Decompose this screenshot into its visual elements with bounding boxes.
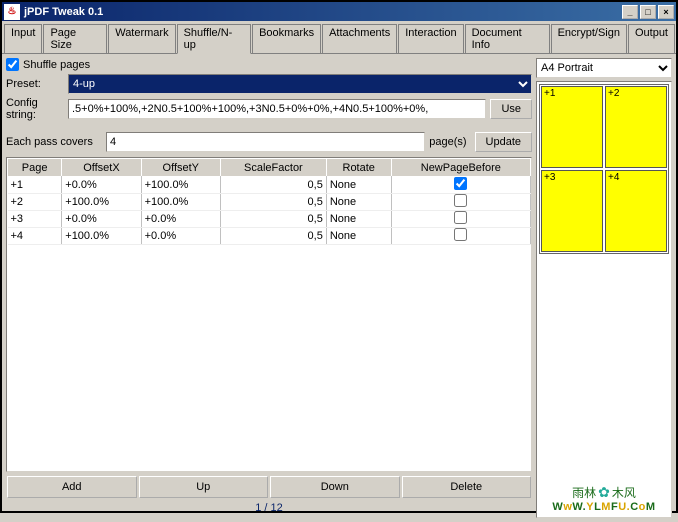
newpage-checkbox[interactable] (454, 211, 467, 224)
tab-shuffle-n-up[interactable]: Shuffle/N-up (177, 24, 251, 54)
tab-watermark[interactable]: Watermark (108, 24, 175, 53)
pass-input[interactable] (106, 132, 425, 152)
titlebar: ♨ jPDF Tweak 0.1 _ □ × (2, 2, 676, 21)
col-offsety[interactable]: OffsetY (141, 159, 220, 177)
minimize-button[interactable]: _ (622, 5, 638, 19)
pager: 1 / 12 (6, 498, 532, 518)
use-button[interactable]: Use (490, 99, 532, 119)
java-icon: ♨ (4, 4, 20, 20)
update-button[interactable]: Update (475, 132, 532, 152)
col-scalefactor[interactable]: ScaleFactor (220, 159, 326, 177)
pages-label: page(s) (425, 136, 470, 148)
maximize-button[interactable]: □ (640, 5, 656, 19)
shuffle-label: Shuffle pages (23, 59, 90, 71)
delete-button[interactable]: Delete (402, 476, 532, 498)
pass-label: Each pass covers (6, 136, 106, 148)
preview-slot: +2 (605, 86, 667, 168)
tab-bookmarks[interactable]: Bookmarks (252, 24, 321, 53)
newpage-checkbox[interactable] (454, 177, 467, 190)
tab-attachments[interactable]: Attachments (322, 24, 397, 53)
table-row[interactable]: +4+100.0%+0.0%0,5None (8, 228, 531, 245)
preset-label: Preset: (6, 78, 68, 90)
config-input[interactable] (68, 99, 486, 119)
newpage-checkbox[interactable] (454, 228, 467, 241)
paper-select[interactable]: A4 Portrait (536, 58, 672, 78)
tab-interaction[interactable]: Interaction (398, 24, 463, 53)
col-offsetx[interactable]: OffsetX (62, 159, 141, 177)
tab-document-info[interactable]: Document Info (465, 24, 550, 53)
leaf-icon: ✿ (598, 484, 610, 501)
table-row[interactable]: +1+0.0%+100.0%0,5None (8, 177, 531, 194)
preview-slot: +4 (605, 170, 667, 252)
preset-select[interactable]: 4-up (68, 74, 532, 94)
preview-slot: +1 (541, 86, 603, 168)
tab-input[interactable]: Input (4, 24, 42, 53)
table-row[interactable]: +3+0.0%+0.0%0,5None (8, 211, 531, 228)
col-rotate[interactable]: Rotate (326, 159, 391, 177)
config-label: Config string: (6, 97, 68, 121)
preview-pane: +1+2+3+4 雨林✿木风 WwW.YLMFU.CoM (536, 81, 672, 518)
watermark: 雨林✿木风 WwW.YLMFU.CoM (537, 484, 671, 513)
col-page[interactable]: Page (8, 159, 62, 177)
shuffle-checkbox[interactable] (6, 58, 19, 71)
window-title: jPDF Tweak 0.1 (24, 6, 620, 18)
tab-page-size[interactable]: Page Size (43, 24, 107, 53)
tab-output[interactable]: Output (628, 24, 675, 53)
up-button[interactable]: Up (139, 476, 269, 498)
shuffle-table[interactable]: PageOffsetXOffsetYScaleFactorRotateNewPa… (6, 157, 532, 472)
table-row[interactable]: +2+100.0%+100.0%0,5None (8, 194, 531, 211)
close-button[interactable]: × (658, 5, 674, 19)
preview-slot: +3 (541, 170, 603, 252)
down-button[interactable]: Down (270, 476, 400, 498)
col-newpagebefore[interactable]: NewPageBefore (391, 159, 530, 177)
add-button[interactable]: Add (7, 476, 137, 498)
tab-bar: InputPage SizeWatermarkShuffle/N-upBookm… (2, 21, 676, 54)
tab-encrypt-sign[interactable]: Encrypt/Sign (551, 24, 627, 53)
newpage-checkbox[interactable] (454, 194, 467, 207)
